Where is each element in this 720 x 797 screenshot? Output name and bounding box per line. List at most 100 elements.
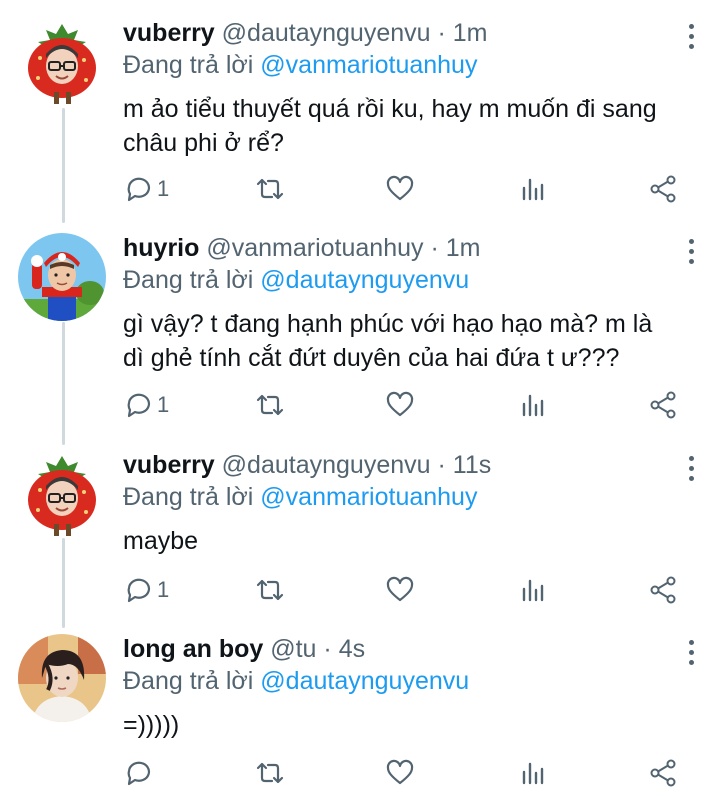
mario-character-avatar (18, 233, 106, 321)
strawberry-character-avatar (18, 18, 106, 106)
like-button[interactable] (385, 389, 415, 421)
reply-button[interactable]: 1 (123, 173, 169, 205)
views-icon (522, 579, 544, 602)
views-icon (522, 762, 544, 785)
avatar[interactable] (18, 450, 106, 538)
tweet-header: vuberry @dautaynguyenvu · 11s (123, 450, 700, 480)
reply-button[interactable] (123, 757, 157, 789)
timestamp[interactable]: 1m (446, 234, 481, 262)
separator-dot: · (430, 234, 439, 262)
share-button[interactable] (648, 173, 678, 205)
person-photo-avatar (18, 634, 106, 722)
share-button[interactable] (648, 757, 678, 789)
tweet-text-line: m ảo tiểu thuyết quá rồi ku, hay m muốn … (123, 95, 657, 123)
like-icon (386, 391, 414, 417)
like-icon (386, 759, 414, 785)
reply-count: 1 (157, 176, 170, 201)
more-icon[interactable] (686, 239, 696, 265)
share-button[interactable] (648, 389, 678, 421)
views-icon (522, 178, 544, 201)
views-icon (522, 394, 544, 417)
tweet[interactable]: long an boy @tu · 4s Đang trả lời @dauta… (0, 634, 720, 754)
reply-count: 1 (157, 577, 170, 602)
retweet-icon (256, 762, 284, 784)
separator-dot: · (437, 19, 446, 47)
like-button[interactable] (385, 574, 415, 606)
tweet-text-line: châu phi ở rể? (123, 129, 284, 157)
strawberry-character-avatar (18, 450, 106, 538)
reply-icon (127, 393, 151, 418)
tweet-text: =))))) (123, 708, 700, 742)
avatar[interactable] (18, 18, 106, 106)
reply-button[interactable]: 1 (123, 389, 169, 421)
separator-dot: · (437, 451, 446, 479)
display-name[interactable]: vuberry (123, 451, 215, 479)
replying-to: Đang trả lời @vanmariotuanhuy (123, 480, 700, 514)
display-name[interactable]: huyrio (123, 234, 199, 262)
tweet-text: gì vậy? t đang hạnh phúc với hạo hạo mà?… (123, 307, 700, 375)
timestamp[interactable]: 11s (453, 451, 491, 479)
retweet-icon (256, 579, 284, 601)
display-name[interactable]: vuberry (123, 19, 215, 47)
tweet-text-line: maybe (123, 527, 199, 555)
user-handle[interactable]: @dautaynguyenvu (222, 19, 431, 47)
tweet-actions: 1 (123, 173, 683, 205)
retweet-button[interactable] (255, 757, 285, 789)
mention-link[interactable]: @vanmariotuanhuy (260, 51, 477, 79)
retweet-button[interactable] (255, 574, 285, 606)
mention-link[interactable]: @dautaynguyenvu (260, 667, 469, 695)
replying-to-label: Đang trả lời (123, 266, 254, 294)
tweet-actions: 1 (123, 574, 683, 606)
mention-link[interactable]: @vanmariotuanhuy (260, 483, 477, 511)
user-handle[interactable]: @vanmariotuanhuy (206, 234, 423, 262)
share-icon (650, 759, 676, 787)
tweet-text: maybe (123, 524, 700, 558)
views-button[interactable] (519, 574, 547, 606)
user-handle[interactable]: @dautaynguyenvu (222, 451, 431, 479)
like-button[interactable] (385, 757, 415, 789)
share-button[interactable] (648, 574, 678, 606)
tweet-header: long an boy @tu · 4s (123, 634, 700, 664)
tweet-actions (123, 757, 683, 789)
replying-to: Đang trả lời @vanmariotuanhuy (123, 48, 700, 82)
tweet-header: huyrio @vanmariotuanhuy · 1m (123, 233, 700, 263)
separator-dot: · (323, 635, 332, 663)
reply-icon (127, 761, 151, 786)
mention-link[interactable]: @dautaynguyenvu (260, 266, 469, 294)
share-icon (650, 391, 676, 419)
tweet-text: m ảo tiểu thuyết quá rồi ku, hay m muốn … (123, 92, 700, 160)
like-button[interactable] (385, 173, 415, 205)
display-name[interactable]: long an boy (123, 635, 263, 663)
replying-to: Đang trả lời @dautaynguyenvu (123, 664, 700, 698)
user-handle[interactable]: @tu (270, 635, 316, 663)
timestamp[interactable]: 4s (339, 635, 365, 663)
reply-button[interactable]: 1 (123, 574, 169, 606)
tweet-actions: 1 (123, 389, 683, 421)
views-button[interactable] (519, 389, 547, 421)
avatar[interactable] (18, 233, 106, 321)
timestamp[interactable]: 1m (453, 19, 488, 47)
more-icon[interactable] (686, 24, 696, 50)
retweet-button[interactable] (255, 389, 285, 421)
retweet-icon (256, 178, 284, 200)
retweet-icon (256, 394, 284, 416)
tweet-header: vuberry @dautaynguyenvu · 1m (123, 18, 700, 48)
like-icon (386, 576, 414, 602)
share-icon (650, 576, 676, 604)
replying-to-label: Đang trả lời (123, 51, 254, 79)
tweet-text-line: dì ghẻ tính cắt đứt duyên của hai đứa t … (123, 344, 620, 372)
views-button[interactable] (519, 757, 547, 789)
views-button[interactable] (519, 173, 547, 205)
replying-to-label: Đang trả lời (123, 483, 254, 511)
share-icon (650, 175, 676, 203)
avatar[interactable] (18, 634, 106, 722)
like-icon (386, 175, 414, 201)
retweet-button[interactable] (255, 173, 285, 205)
replying-to-label: Đang trả lời (123, 667, 254, 695)
reply-icon (127, 578, 151, 603)
more-icon[interactable] (686, 640, 696, 666)
reply-icon (127, 177, 151, 202)
tweet-text-line: =))))) (123, 711, 180, 739)
tweet-text-line: gì vậy? t đang hạnh phúc với hạo hạo mà?… (123, 310, 653, 338)
more-icon[interactable] (686, 456, 696, 482)
